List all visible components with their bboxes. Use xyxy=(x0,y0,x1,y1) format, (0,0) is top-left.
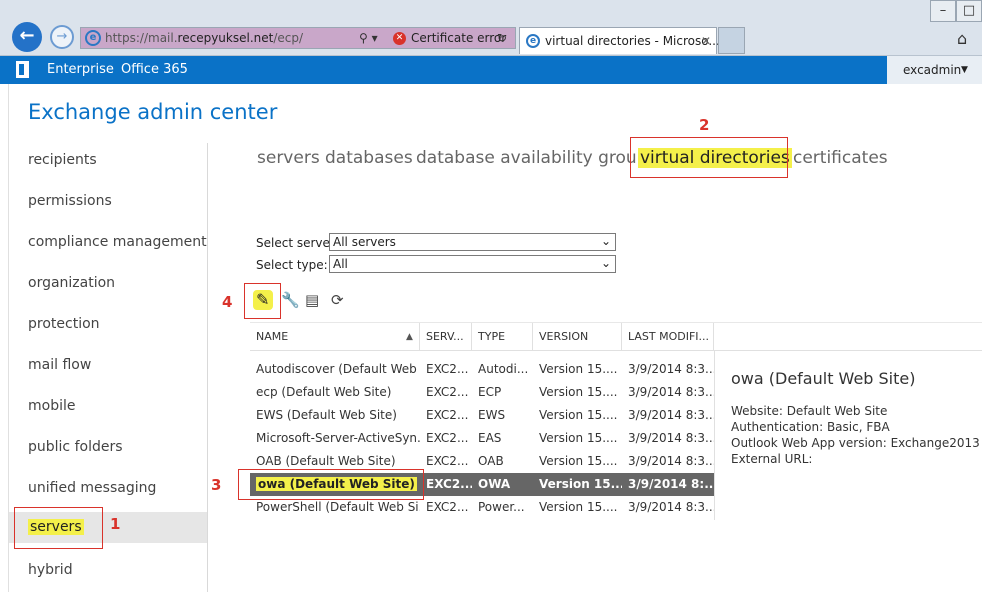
refresh-icon[interactable]: ⟳ xyxy=(331,291,344,309)
ie-icon: e xyxy=(526,34,540,48)
maximize-button[interactable]: □ xyxy=(956,0,982,22)
url-text: https://mail.recepyuksel.net/ecp/ xyxy=(105,31,304,45)
annotation-number-3: 3 xyxy=(211,476,222,494)
nav-item-hybrid[interactable]: hybrid xyxy=(9,548,207,580)
table-row[interactable]: ecp (Default Web Site) EXC2... ECP Versi… xyxy=(250,381,714,404)
tab-database-availability-groups[interactable]: database availability groups xyxy=(416,148,656,168)
details-owa-version: Outlook Web App version: Exchange2013 xyxy=(731,436,980,450)
office365-link[interactable]: Office 365 xyxy=(121,62,188,77)
top-bar: Enterprise Office 365 excadmin ▼ xyxy=(0,56,982,84)
close-icon[interactable]: ✕ xyxy=(701,28,711,54)
nav-item-protection[interactable]: protection xyxy=(9,302,207,334)
table-row[interactable]: Autodiscover (Default Web ... EXC2... Au… xyxy=(250,358,714,381)
tab-title: virtual directories - Microso... xyxy=(545,34,720,48)
annotation-number-4: 4 xyxy=(222,293,233,311)
details-external-url: External URL: xyxy=(731,452,813,466)
column-version[interactable]: VERSION xyxy=(533,323,622,351)
table-header: NAME ▲ SERV... TYPE VERSION LAST MODIFI..… xyxy=(250,322,982,351)
nav-item-mail-flow[interactable]: mail flow xyxy=(9,343,207,375)
select-server-dropdown[interactable]: All servers ⌄ xyxy=(329,233,616,251)
table-row[interactable]: Microsoft-Server-ActiveSyn... EXC2... EA… xyxy=(250,427,714,450)
details-website: Website: Default Web Site xyxy=(731,404,888,418)
nav-item-unified-messaging[interactable]: unified messaging xyxy=(9,466,207,498)
user-name: excadmin xyxy=(903,63,962,77)
details-title: owa (Default Web Site) xyxy=(731,369,916,388)
select-type-dropdown[interactable]: All ⌄ xyxy=(329,255,616,273)
tab-certificates[interactable]: certificates xyxy=(793,148,888,168)
new-tab-button[interactable] xyxy=(718,27,745,54)
table-row[interactable]: EWS (Default Web Site) EXC2... EWS Versi… xyxy=(250,404,714,427)
reset-virtual-directory-icon[interactable]: ▤ xyxy=(305,291,319,309)
office-logo-icon xyxy=(10,56,36,84)
annotation-box-3 xyxy=(238,469,424,500)
home-icon[interactable]: ⌂ xyxy=(957,29,967,48)
certificate-error-icon: ✕ xyxy=(393,32,406,45)
chevron-down-icon: ▼ xyxy=(961,65,968,75)
page-title: Exchange admin center xyxy=(28,100,278,124)
nav-divider xyxy=(207,143,208,592)
sort-ascending-icon: ▲ xyxy=(406,332,413,342)
left-strip xyxy=(0,84,9,592)
back-button[interactable]: ← xyxy=(12,22,42,52)
nav-item-public-folders[interactable]: public folders xyxy=(9,425,207,457)
tab-servers[interactable]: servers xyxy=(257,148,320,168)
browser-chrome: – □ ← → e https://mail.recepyuksel.net/e… xyxy=(0,0,982,56)
details-authentication: Authentication: Basic, FBA xyxy=(731,420,890,434)
ie-icon: e xyxy=(85,30,101,46)
chevron-down-icon: ⌄ xyxy=(600,234,611,248)
annotation-box-1 xyxy=(14,507,103,549)
reload-icon[interactable]: ↻ xyxy=(497,28,507,48)
chevron-down-icon: ⌄ xyxy=(600,256,611,270)
nav-item-compliance-management[interactable]: compliance management xyxy=(9,220,207,252)
forward-button[interactable]: → xyxy=(50,25,74,49)
select-server-value: All servers xyxy=(333,235,396,249)
select-type-value: All xyxy=(333,257,348,271)
nav-item-recipients[interactable]: recipients xyxy=(9,138,207,170)
nav-item-organization[interactable]: organization xyxy=(9,261,207,293)
column-name[interactable]: NAME ▲ xyxy=(250,323,420,351)
nav-item-permissions[interactable]: permissions xyxy=(9,179,207,211)
browser-tab[interactable]: e virtual directories - Microso... ✕ xyxy=(519,27,720,54)
select-server-label: Select server: xyxy=(256,236,339,250)
user-menu[interactable]: excadmin ▼ xyxy=(887,56,982,84)
select-type-label: Select type: xyxy=(256,258,328,272)
column-type[interactable]: TYPE xyxy=(472,323,533,351)
certificate-error-label[interactable]: Certificate error xyxy=(411,28,506,48)
nav-item-mobile[interactable]: mobile xyxy=(9,384,207,416)
minimize-button[interactable]: – xyxy=(930,0,956,22)
search-dropdown-icon[interactable]: ⚲ ▾ xyxy=(359,28,378,48)
column-server[interactable]: SERV... xyxy=(420,323,472,351)
column-last-modified[interactable]: LAST MODIFI... xyxy=(622,323,714,351)
annotation-number-1: 1 xyxy=(110,515,121,533)
annotation-box-2 xyxy=(630,137,788,178)
annotation-box-4 xyxy=(244,283,281,319)
wrench-icon[interactable]: 🔧 xyxy=(281,291,300,309)
address-bar[interactable]: e https://mail.recepyuksel.net/ecp/ ⚲ ▾ … xyxy=(80,27,516,49)
annotation-number-2: 2 xyxy=(699,116,710,134)
tab-databases[interactable]: databases xyxy=(325,148,413,168)
enterprise-link[interactable]: Enterprise xyxy=(47,62,114,77)
details-pane: owa (Default Web Site) Website: Default … xyxy=(714,350,982,520)
